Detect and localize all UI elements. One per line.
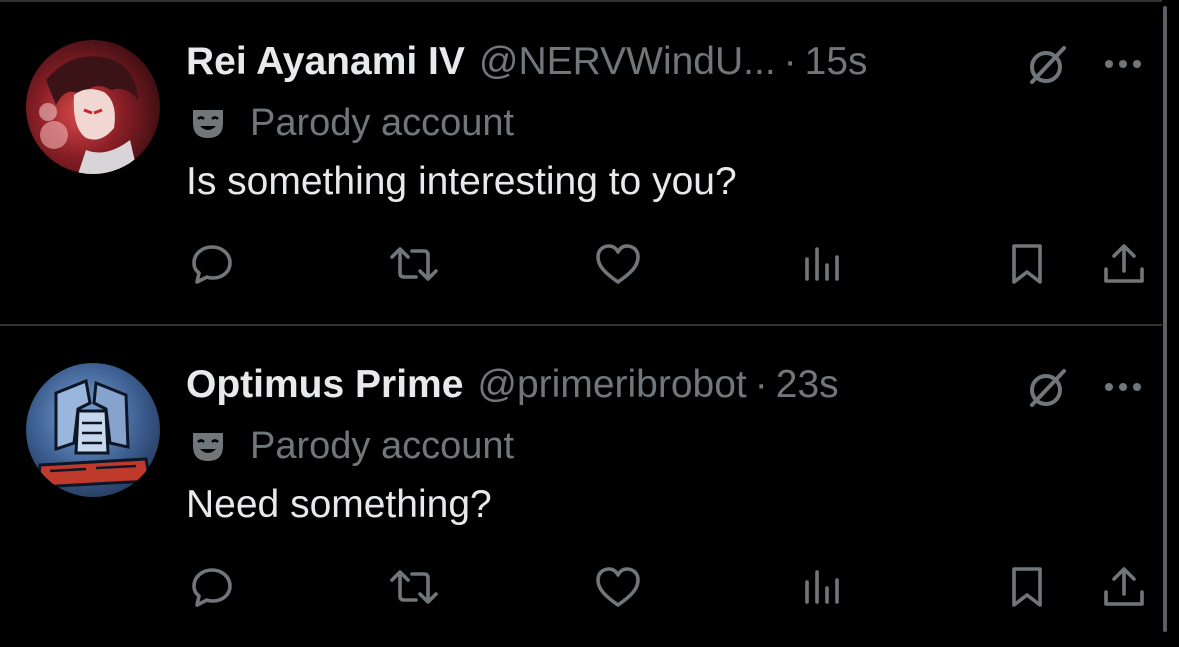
retweet-button[interactable] (386, 559, 442, 615)
parody-label-text: Parody account (250, 101, 515, 144)
like-button[interactable] (590, 559, 646, 615)
reply-button[interactable] (184, 559, 240, 615)
user-handle[interactable]: @NERVWindU... (479, 36, 776, 88)
tweet-header: Rei Ayanami IV @NERVWindU... · 15s (186, 36, 868, 88)
bookmark-icon (1012, 567, 1042, 607)
bookmark-icon (1012, 244, 1042, 284)
avatar[interactable] (26, 363, 160, 497)
like-icon (596, 567, 640, 607)
mask-icon (193, 110, 223, 138)
grok-icon[interactable] (1024, 42, 1070, 88)
reply-icon (192, 245, 232, 284)
retweet-button[interactable] (386, 236, 442, 292)
views-button[interactable] (794, 559, 850, 615)
share-icon (1104, 567, 1144, 606)
more-options-icon[interactable] (1100, 372, 1146, 402)
views-icon (805, 570, 839, 604)
timestamp[interactable]: 23s (776, 359, 839, 411)
reply-icon (192, 568, 232, 607)
tweet-text: Is something interesting to you? (186, 160, 737, 203)
views-icon (805, 247, 839, 281)
like-icon (596, 244, 640, 284)
parody-label: Parody account (186, 98, 514, 148)
reply-button[interactable] (184, 236, 240, 292)
tweet-actions (0, 559, 1162, 615)
display-name[interactable]: Rei Ayanami IV (186, 36, 465, 88)
bookmark-button[interactable] (999, 559, 1055, 615)
like-button[interactable] (590, 236, 646, 292)
more-options-icon[interactable] (1100, 49, 1146, 79)
grok-icon[interactable] (1024, 365, 1070, 411)
share-icon (1104, 244, 1144, 283)
user-handle[interactable]: @primeribrobot (477, 359, 746, 411)
timestamp[interactable]: 15s (805, 36, 868, 88)
separator-dot: · (783, 40, 797, 83)
scrollbar-thumb[interactable] (1163, 6, 1167, 632)
mask-icon (193, 433, 223, 461)
tweet-text: Need something? (186, 483, 492, 526)
parody-label: Parody account (186, 421, 514, 471)
tweet[interactable]: Optimus Prime @primeribrobot · 23s Parod… (0, 325, 1162, 647)
parody-label-text: Parody account (250, 424, 515, 467)
share-button[interactable] (1096, 559, 1152, 615)
separator-dot: · (754, 363, 768, 406)
avatar[interactable] (26, 40, 160, 174)
display-name[interactable]: Optimus Prime (186, 359, 463, 411)
tweet-actions (0, 236, 1162, 292)
retweet-icon (390, 247, 438, 281)
bookmark-button[interactable] (999, 236, 1055, 292)
retweet-icon (390, 570, 438, 604)
tweet-header: Optimus Prime @primeribrobot · 23s (186, 359, 839, 411)
views-button[interactable] (794, 236, 850, 292)
timeline-feed: Rei Ayanami IV @NERVWindU... · 15s Parod… (0, 0, 1162, 645)
tweet[interactable]: Rei Ayanami IV @NERVWindU... · 15s Parod… (0, 2, 1162, 326)
share-button[interactable] (1096, 236, 1152, 292)
